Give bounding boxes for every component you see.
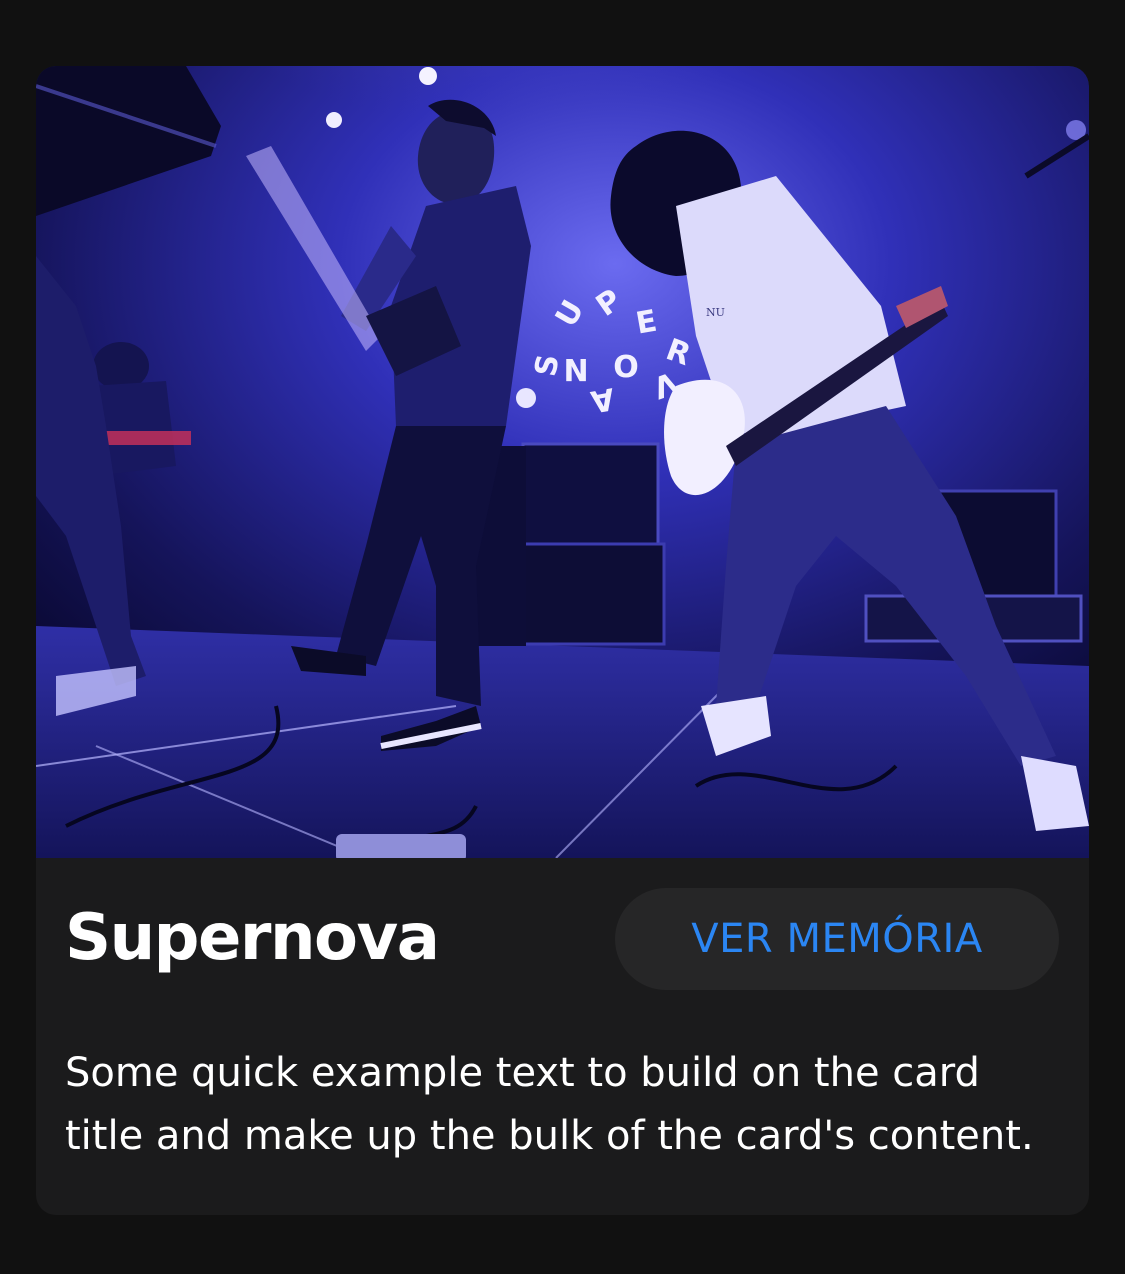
jersey-print: NU xyxy=(706,306,725,319)
backdrop-logo xyxy=(516,388,536,408)
ver-memoria-button[interactable]: VER MEMÓRIA xyxy=(615,888,1059,990)
card-image: S U P E R N O V A NU xyxy=(36,66,1089,858)
card-text: Some quick example text to build on the … xyxy=(65,1050,1034,1159)
card-title: Supernova xyxy=(65,901,440,975)
memory-card: S U P E R N O V A NU Supernova VER MEMÓR… xyxy=(36,66,1089,1215)
backdrop-letter: N xyxy=(563,351,588,386)
backdrop-letter: O xyxy=(613,347,639,382)
